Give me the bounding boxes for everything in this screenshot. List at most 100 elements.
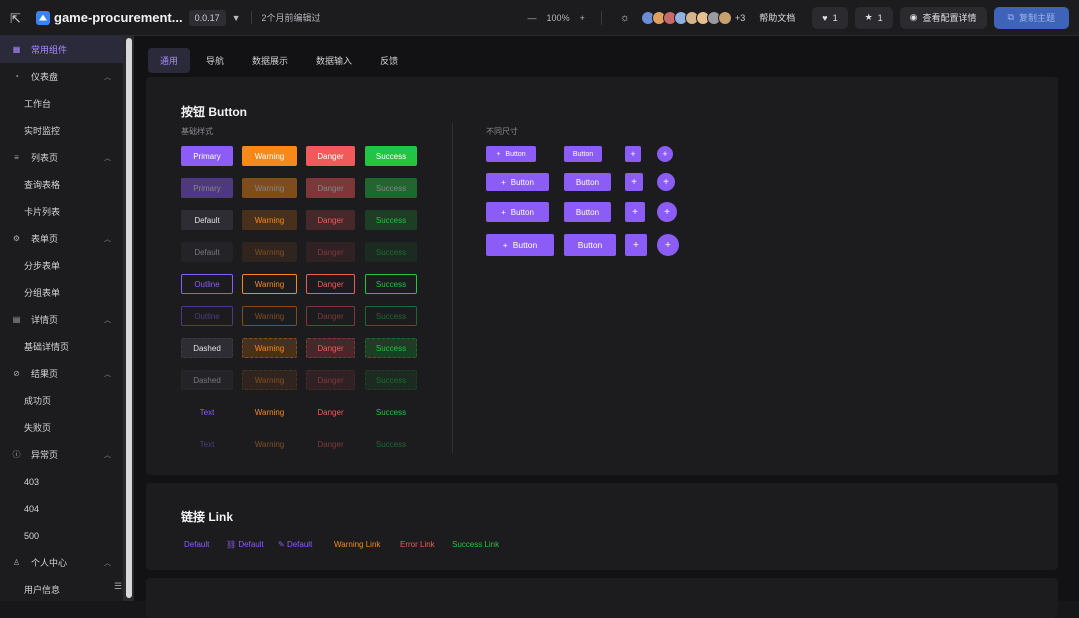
button-success[interactable]: Success [365,210,417,230]
button-warning[interactable]: Warning [242,146,297,166]
chevron-up-icon[interactable]: ︿ [104,72,111,82]
sidebar-item[interactable]: 404 [0,495,123,522]
avatars-more-count[interactable]: +3 [735,13,745,23]
button-success[interactable]: Success [365,434,417,454]
collapse-sidebar-icon[interactable]: ☰ [114,581,122,592]
button-dashed[interactable]: Dashed [181,370,233,390]
zoom-in-button[interactable]: + [580,13,585,23]
link-default[interactable]: ✎ Default [278,540,312,549]
sidebar-item[interactable]: 403 [0,468,123,495]
link-success-link[interactable]: Success Link [452,540,499,549]
button-text[interactable]: Text [181,402,233,422]
button-primary[interactable]: Primary [181,146,233,166]
circle-icon-button[interactable]: + [657,234,679,256]
like-button[interactable]: ♥ 1 [812,6,848,29]
button-warning[interactable]: Warning [242,274,297,294]
button-danger[interactable]: Danger [306,370,355,390]
tab[interactable]: 通用 [148,48,191,73]
button-success[interactable]: Success [365,146,417,166]
button-danger[interactable]: Danger [306,210,355,230]
button-warning[interactable]: Warning [242,242,297,262]
button-danger[interactable]: Danger [306,146,355,166]
sidebar-item[interactable]: 分步表单 [0,252,123,279]
size-button-with-icon[interactable]: + Button [486,234,554,256]
button-success[interactable]: Success [365,370,417,390]
size-button[interactable]: Button [564,234,616,256]
size-button[interactable]: Button [564,146,602,162]
chevron-up-icon[interactable]: ︿ [104,153,111,163]
button-warning[interactable]: Warning [242,178,297,198]
zoom-out-button[interactable]: — [528,13,537,23]
collaborator-avatars[interactable]: +3 [640,10,745,25]
tab[interactable]: 导航 [194,48,236,73]
sidebar-scrollbar[interactable] [124,36,134,601]
help-docs-link[interactable]: 帮助文档 [759,11,795,24]
button-success[interactable]: Success [365,338,417,358]
sidebar-item[interactable]: ≡ 列表页 ︿ [0,144,123,171]
avatar[interactable] [717,10,732,25]
sidebar-item[interactable]: ▤ 详情页 ︿ [0,306,123,333]
icon-button[interactable]: + [625,202,645,222]
view-config-button[interactable]: ◉ 查看配置详情 [899,6,987,29]
sidebar-item[interactable]: 基础详情页 [0,333,123,360]
sidebar-item[interactable]: 成功页 [0,387,123,414]
chevron-up-icon[interactable]: ︿ [104,234,111,244]
button-danger[interactable]: Danger [306,242,355,262]
tab[interactable]: 反馈 [368,48,410,73]
sidebar-item[interactable]: 失败页 [0,414,123,441]
link-default[interactable]: ⛓ Default [226,540,264,549]
app-name[interactable]: game-procurement... [54,10,183,25]
button-success[interactable]: Success [365,274,417,294]
tab[interactable]: 数据展示 [240,48,300,73]
button-warning[interactable]: Warning [242,402,297,422]
button-dashed[interactable]: Dashed [181,338,233,358]
button-warning[interactable]: Warning [242,434,297,454]
button-danger[interactable]: Danger [306,338,355,358]
button-warning[interactable]: Warning [242,370,297,390]
size-button[interactable]: Button [564,202,611,222]
button-outline[interactable]: Outline [181,306,233,326]
button-outline[interactable]: Outline [181,274,233,294]
circle-icon-button[interactable]: + [657,173,675,191]
sidebar-item[interactable]: 用户信息 [0,576,123,603]
tab[interactable]: 数据输入 [304,48,364,73]
icon-button[interactable]: + [625,173,643,191]
size-button-with-icon[interactable]: + Button [486,146,536,162]
sidebar-item[interactable]: ⚙ 表单页 ︿ [0,225,123,252]
sidebar-item[interactable]: ♙ 个人中心 ︿ [0,549,123,576]
button-success[interactable]: Success [365,178,417,198]
button-default[interactable]: Default [181,210,233,230]
cursor-icon[interactable]: ⇱ [10,11,24,26]
sidebar-item[interactable]: ⊘ 结果页 ︿ [0,360,123,387]
sidebar-item[interactable]: 实时监控 [0,117,123,144]
button-primary[interactable]: Primary [181,178,233,198]
sun-icon[interactable]: ☼ [620,12,630,24]
sidebar-item[interactable]: ▦ 常用组件 [0,36,123,63]
button-success[interactable]: Success [365,242,417,262]
chevron-up-icon[interactable]: ︿ [104,315,111,325]
button-danger[interactable]: Danger [306,306,355,326]
version-badge[interactable]: 0.0.17 [188,9,226,26]
chevron-up-icon[interactable]: ︿ [104,369,111,379]
sidebar-item[interactable]: ◔ 仪表盘 ︿ [0,63,123,90]
size-button-with-icon[interactable]: + Button [486,173,549,191]
link-error-link[interactable]: Error Link [400,540,435,549]
scrollbar-thumb[interactable] [126,38,132,598]
link-default[interactable]: Default [184,540,209,549]
button-warning[interactable]: Warning [242,306,297,326]
circle-icon-button[interactable]: + [657,146,673,162]
sidebar-item[interactable]: 工作台 [0,90,123,117]
button-danger[interactable]: Danger [306,402,355,422]
sidebar-item[interactable]: 500 [0,522,123,549]
button-default[interactable]: Default [181,242,233,262]
sidebar-item[interactable]: 卡片列表 [0,198,123,225]
sidebar-item[interactable]: ⓘ 异常页 ︿ [0,441,123,468]
size-button[interactable]: Button [564,173,611,191]
button-text[interactable]: Text [181,434,233,454]
circle-icon-button[interactable]: + [657,202,677,222]
button-danger[interactable]: Danger [306,178,355,198]
button-success[interactable]: Success [365,402,417,422]
sidebar-item[interactable]: 查询表格 [0,171,123,198]
button-danger[interactable]: Danger [306,434,355,454]
link-warning-link[interactable]: Warning Link [334,540,380,549]
